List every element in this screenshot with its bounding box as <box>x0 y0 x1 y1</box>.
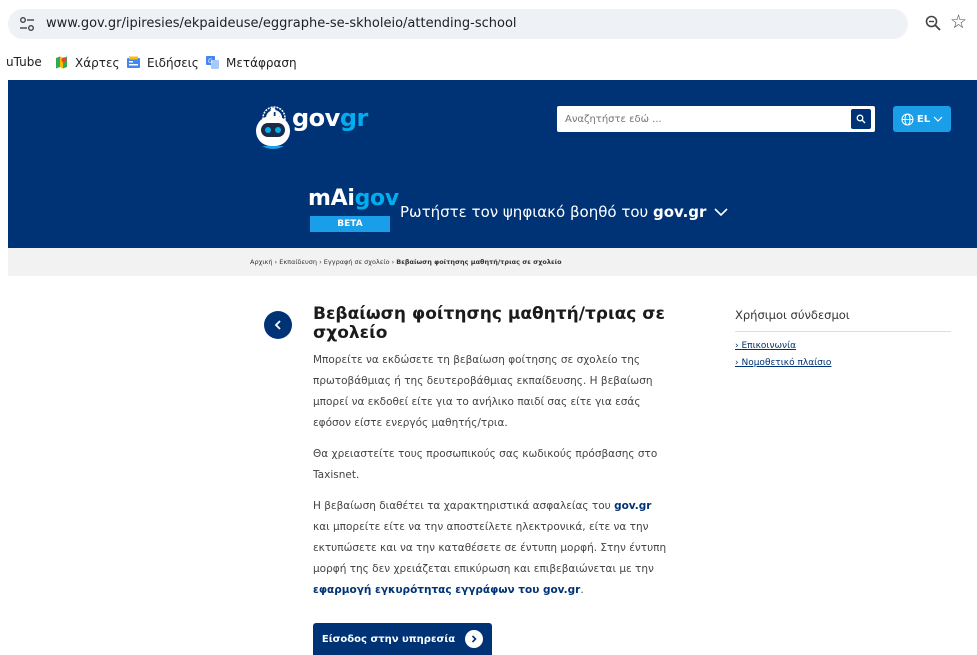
description-paragraph: Θα χρειαστείτε τους προσωπικούς σας κωδι… <box>313 448 658 481</box>
browser-address-bar: www.gov.gr/ipiresies/ekpaideuse/eggraphe… <box>0 0 977 48</box>
breadcrumb-separator: › <box>317 258 324 266</box>
assistant-prompt-bold: gov.gr <box>653 203 707 221</box>
language-selector[interactable]: EL <box>893 106 951 132</box>
maigov-title-m: mAi <box>308 186 355 211</box>
logo-gov: gov <box>292 104 340 132</box>
description-paragraph: Η βεβαίωση διαθέτει τα χαρακτηριστικά ασ… <box>313 496 668 601</box>
enter-service-label: Είσοδος στην υπηρεσία <box>321 633 456 645</box>
logo-text: govgr <box>292 104 368 132</box>
site-header: govgr EL <box>8 80 977 248</box>
useful-links-list: › Επικοινωνία › Νομοθετικό πλαίσιο <box>735 338 831 372</box>
arrow-right-icon <box>465 630 484 648</box>
back-button[interactable] <box>264 311 292 339</box>
url-text[interactable]: www.gov.gr/ipiresies/ekpaideuse/eggraphe… <box>46 16 517 31</box>
breadcrumb-enrollment[interactable]: Εγγραφή σε σχολείο <box>324 258 390 266</box>
chevron-down-icon <box>714 207 729 216</box>
breadcrumb-current: Βεβαίωση φοίτησης μαθητή/τριας σε σχολεί… <box>396 258 562 266</box>
useful-links-title: Χρήσιμοι σύνδεσμοι <box>735 308 850 322</box>
globe-icon <box>901 113 914 125</box>
link-label: Επικοινωνία <box>741 341 797 351</box>
bookmark-translate[interactable]: G Μετάφραση <box>205 55 297 70</box>
breadcrumb-home[interactable]: Αρχική <box>250 258 272 266</box>
divider <box>735 331 951 332</box>
chevron-down-icon <box>933 116 943 122</box>
bookmark-label: Ειδήσεις <box>147 55 199 70</box>
site-settings-icon[interactable] <box>18 16 36 32</box>
paragraph-text: . <box>580 584 584 596</box>
assistant-prompt-text: Ρωτήστε τον ψηφιακό βοηθό του <box>400 203 653 221</box>
search-icon <box>856 114 866 124</box>
link-label: Νομοθετικό πλαίσιο <box>741 358 832 368</box>
bookmark-star-icon[interactable]: ☆ <box>950 12 967 32</box>
search-button[interactable] <box>851 109 871 129</box>
news-icon <box>127 56 140 68</box>
breadcrumb-education[interactable]: Εκπαίδευση <box>279 258 317 266</box>
paragraph-text: και μπορείτε είτε να την αποστείλετε ηλε… <box>313 521 667 575</box>
bookmarks-bar: uTube Χάρτες Ειδήσεις G Μετάφραση <box>0 48 977 78</box>
page-title: Βεβαίωση φοίτησης μαθητή/τριας σε σχολεί… <box>313 304 665 343</box>
search-input[interactable] <box>565 106 835 132</box>
enter-service-button[interactable]: Είσοδος στην υπηρεσία <box>313 623 492 655</box>
robot-assistant-icon[interactable] <box>252 106 294 152</box>
bookmark-news[interactable]: Ειδήσεις <box>126 55 199 70</box>
zoom-icon[interactable] <box>924 14 942 32</box>
maigov-title-gov: gov <box>354 186 400 211</box>
paragraph-text: Η βεβαίωση διαθέτει τα χαρακτηριστικά ασ… <box>313 500 615 512</box>
beta-badge: BETA <box>310 216 390 232</box>
link-contact[interactable]: › Επικοινωνία <box>735 338 831 355</box>
search-box <box>557 106 875 132</box>
validity-app-link[interactable]: εφαρμογή εγκυρότητας εγγράφων του gov.gr <box>313 584 580 596</box>
link-legal-framework[interactable]: › Νομοθετικό πλαίσιο <box>735 355 831 372</box>
translate-icon: G <box>206 56 219 69</box>
bookmark-maps[interactable]: Χάρτες <box>54 55 120 70</box>
assistant-prompt[interactable]: Ρωτήστε τον ψηφιακό βοηθό του gov.gr <box>400 203 729 221</box>
svg-text:G: G <box>208 58 213 65</box>
bookmark-youtube[interactable]: uTube <box>6 55 42 69</box>
bookmark-label: Μετάφραση <box>226 55 297 70</box>
logo-gr: gr <box>339 104 369 132</box>
description-paragraph: Μπορείτε να εκδώσετε τη βεβαίωση φοίτηση… <box>313 354 653 429</box>
bookmark-label: Χάρτες <box>75 55 120 70</box>
maps-icon <box>56 56 67 69</box>
chevron-left-icon <box>274 320 281 330</box>
maigov-title[interactable]: mAigov <box>308 186 399 211</box>
service-description: Μπορείτε να εκδώσετε τη βεβαίωση φοίτηση… <box>313 350 668 601</box>
language-label: EL <box>916 113 931 125</box>
paragraph-bold: gov.gr <box>614 500 652 512</box>
breadcrumb: Αρχική › Εκπαίδευση › Εγγραφή σε σχολείο… <box>8 248 977 276</box>
bookmark-label: uTube <box>6 55 42 69</box>
